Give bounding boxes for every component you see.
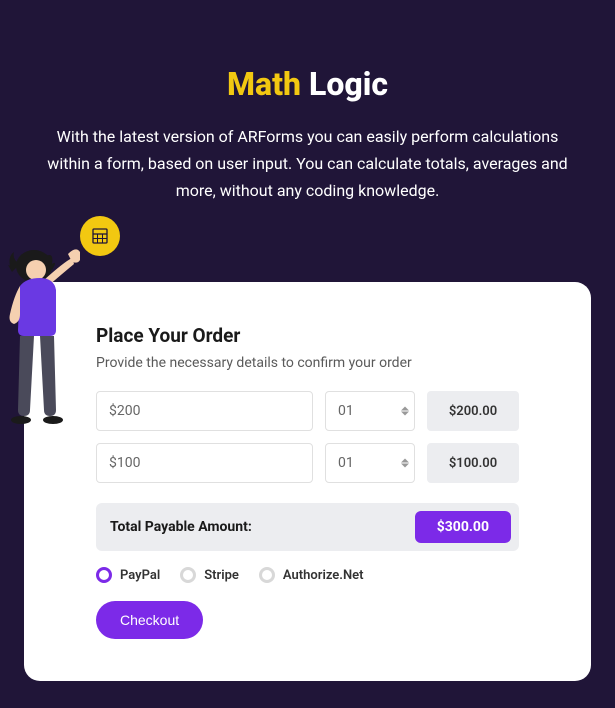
radio-icon [259, 567, 275, 583]
radio-icon [180, 567, 196, 583]
quantity-stepper[interactable] [401, 407, 409, 416]
price-input[interactable] [96, 443, 313, 483]
checkout-button[interactable]: Checkout [96, 601, 203, 639]
total-label: Total Payable Amount: [110, 519, 252, 535]
payment-option-paypal[interactable]: PayPal [96, 567, 160, 583]
payment-options: PayPal Stripe Authorize.Net [96, 567, 519, 583]
order-row: $100.00 [96, 443, 519, 483]
payment-option-authorizenet[interactable]: Authorize.Net [259, 567, 364, 583]
title-rest: Logic [301, 65, 388, 103]
price-input[interactable] [96, 391, 313, 431]
form-title: Place Your Order [96, 324, 519, 347]
order-card: Place Your Order Provide the necessary d… [24, 282, 591, 681]
title-accent: Math [227, 65, 301, 103]
page-title: Math Logic [40, 65, 575, 103]
form-subtitle: Provide the necessary details to confirm… [96, 355, 519, 371]
page-subtitle: With the latest version of ARForms you c… [40, 123, 575, 205]
order-row: $200.00 [96, 391, 519, 431]
line-total: $100.00 [427, 443, 519, 483]
total-bar: Total Payable Amount: $300.00 [96, 503, 519, 551]
radio-icon [96, 567, 112, 583]
total-value: $300.00 [415, 511, 511, 543]
calculator-badge [80, 216, 120, 256]
payment-label: Authorize.Net [283, 568, 364, 583]
payment-option-stripe[interactable]: Stripe [180, 567, 239, 583]
line-total: $200.00 [427, 391, 519, 431]
payment-label: PayPal [120, 568, 160, 583]
quantity-stepper[interactable] [401, 459, 409, 468]
person-illustration [6, 242, 86, 432]
calculator-icon [91, 227, 109, 245]
payment-label: Stripe [204, 568, 239, 583]
